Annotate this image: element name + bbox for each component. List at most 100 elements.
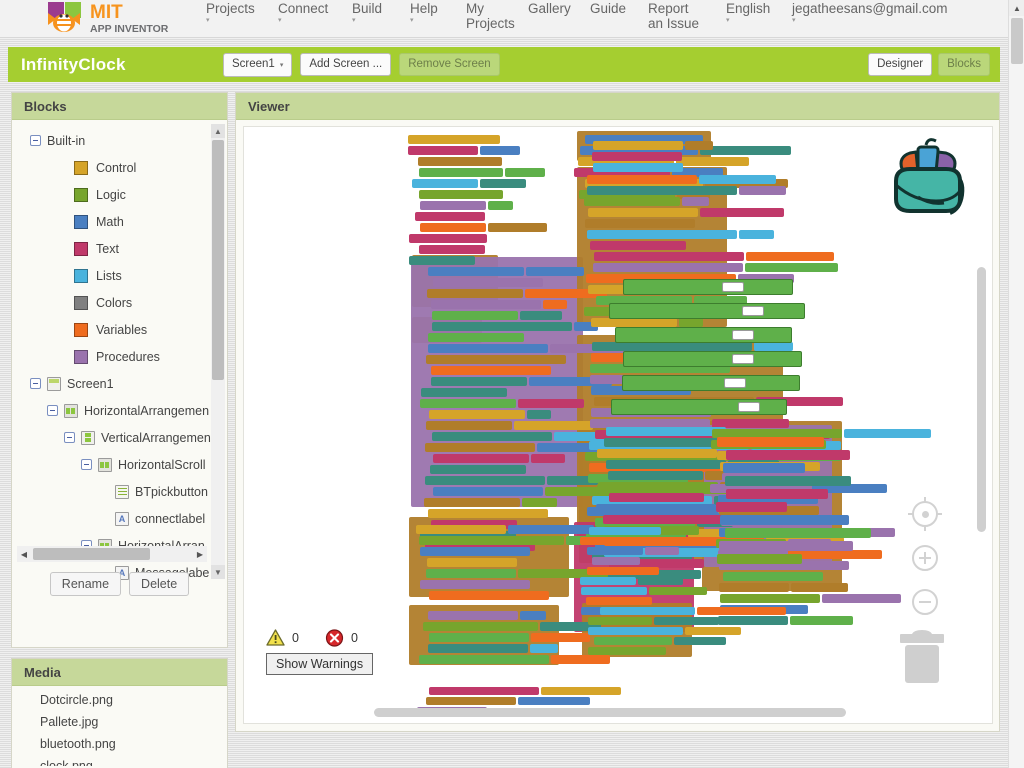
expander-icon[interactable] — [81, 459, 92, 470]
code-block[interactable] — [606, 427, 726, 436]
code-block-socket[interactable] — [745, 263, 838, 272]
code-block-socket[interactable] — [700, 208, 784, 217]
code-block[interactable] — [609, 303, 805, 319]
nav-language[interactable]: English▾ — [716, 0, 782, 25]
expander-icon[interactable] — [64, 432, 75, 443]
code-block-socket[interactable] — [739, 230, 774, 239]
code-block[interactable] — [429, 633, 529, 642]
code-block[interactable] — [726, 489, 828, 499]
tree-hscroll-thumb[interactable] — [33, 548, 150, 560]
code-block-socket[interactable] — [520, 311, 562, 320]
canvas-vertical-scrollbar[interactable] — [977, 267, 986, 532]
nav-guide[interactable]: Guide▾ — [580, 0, 638, 25]
code-block-socket[interactable] — [638, 577, 683, 585]
code-block-socket[interactable] — [488, 201, 513, 210]
code-block[interactable] — [421, 388, 507, 397]
code-block[interactable] — [720, 594, 820, 603]
code-block[interactable] — [592, 557, 640, 565]
nav-report-issue[interactable]: Report an Issue▾ — [638, 0, 716, 40]
tree-item-screen1[interactable]: Screen1 — [12, 370, 227, 397]
code-block-socket[interactable] — [739, 186, 786, 195]
code-block-socket[interactable] — [531, 633, 590, 642]
code-block[interactable] — [412, 179, 478, 188]
code-block[interactable] — [717, 554, 802, 564]
code-block-socket[interactable] — [645, 547, 679, 555]
code-block[interactable] — [431, 366, 551, 375]
code-block[interactable] — [580, 537, 652, 545]
code-block[interactable] — [429, 591, 549, 600]
code-block-field[interactable] — [732, 330, 754, 340]
code-block[interactable] — [593, 163, 683, 172]
zoom-in-icon[interactable] — [908, 541, 942, 575]
code-block[interactable] — [420, 547, 530, 556]
code-block[interactable] — [719, 541, 853, 551]
code-block[interactable] — [415, 212, 485, 221]
code-block[interactable] — [623, 279, 793, 295]
code-block-socket[interactable] — [541, 687, 621, 695]
code-block[interactable] — [428, 644, 528, 653]
palette-category-text[interactable]: Text — [12, 235, 227, 262]
code-block[interactable] — [420, 399, 516, 408]
tree-horizontal-scrollbar[interactable]: ◀ ▶ — [17, 546, 207, 562]
code-block[interactable] — [590, 241, 686, 250]
code-block[interactable] — [581, 587, 647, 595]
code-block[interactable] — [428, 344, 548, 353]
code-block[interactable] — [591, 318, 677, 327]
code-block[interactable] — [416, 525, 506, 534]
backpack-icon[interactable] — [882, 135, 974, 226]
code-block[interactable] — [588, 647, 666, 655]
media-item[interactable]: Pallete.jpg — [12, 711, 227, 733]
palette-category-variables[interactable]: Variables — [12, 316, 227, 343]
code-block-socket[interactable] — [654, 617, 719, 625]
code-block[interactable] — [409, 256, 475, 265]
nav-my-projects[interactable]: My Projects▾ — [456, 0, 518, 40]
code-block[interactable] — [588, 617, 652, 625]
code-block[interactable] — [428, 267, 524, 276]
code-block[interactable] — [428, 509, 548, 518]
media-item[interactable]: clock.png — [12, 755, 227, 766]
tree-item-verticalarrangemen[interactable]: VerticalArrangemen — [12, 424, 227, 451]
tree-item-horizontalscroll[interactable]: HorizontalScroll — [12, 451, 227, 478]
code-block-socket[interactable] — [790, 616, 853, 625]
code-block-socket[interactable] — [844, 429, 931, 438]
show-warnings-button[interactable]: Show Warnings — [266, 653, 373, 675]
center-blocks-icon[interactable] — [908, 497, 942, 531]
code-block[interactable] — [588, 208, 698, 217]
code-block-socket[interactable] — [505, 168, 545, 177]
code-block[interactable] — [433, 454, 529, 463]
code-block[interactable] — [419, 536, 564, 545]
palette-category-math[interactable]: Math — [12, 208, 227, 235]
code-block[interactable] — [598, 482, 718, 491]
code-block[interactable] — [586, 597, 652, 605]
code-block[interactable] — [408, 146, 478, 155]
code-block[interactable] — [419, 245, 485, 254]
code-block-socket[interactable] — [685, 141, 713, 150]
code-block[interactable] — [622, 375, 800, 391]
code-block-socket[interactable] — [480, 146, 520, 155]
code-block[interactable] — [426, 355, 566, 364]
code-block-socket[interactable] — [488, 223, 547, 232]
code-block[interactable] — [587, 186, 737, 195]
code-block-socket[interactable] — [697, 607, 786, 615]
code-block-socket[interactable] — [790, 550, 882, 559]
code-block[interactable] — [719, 583, 789, 592]
code-block-socket[interactable] — [682, 197, 709, 206]
code-block[interactable] — [720, 515, 849, 525]
code-block-field[interactable] — [722, 282, 744, 292]
code-block-socket[interactable] — [649, 587, 707, 595]
nav-help[interactable]: Help▾ — [400, 0, 456, 25]
code-block[interactable] — [587, 567, 659, 575]
palette-category-lists[interactable]: Lists — [12, 262, 227, 289]
scroll-up-arrow[interactable]: ▲ — [1009, 0, 1024, 16]
delete-button[interactable]: Delete — [129, 572, 189, 596]
designer-button[interactable]: Designer — [868, 53, 932, 76]
code-block[interactable] — [432, 322, 572, 331]
tree-scroll-left-arrow[interactable]: ◀ — [17, 546, 31, 562]
code-block[interactable] — [596, 504, 716, 513]
code-block-field[interactable] — [738, 402, 760, 412]
code-block[interactable] — [597, 449, 717, 458]
blocks-workspace-canvas[interactable]: 0 0 Show Warnings — [243, 126, 993, 724]
code-block[interactable] — [419, 168, 503, 177]
code-block[interactable] — [432, 311, 518, 320]
code-block-socket[interactable] — [746, 252, 834, 261]
